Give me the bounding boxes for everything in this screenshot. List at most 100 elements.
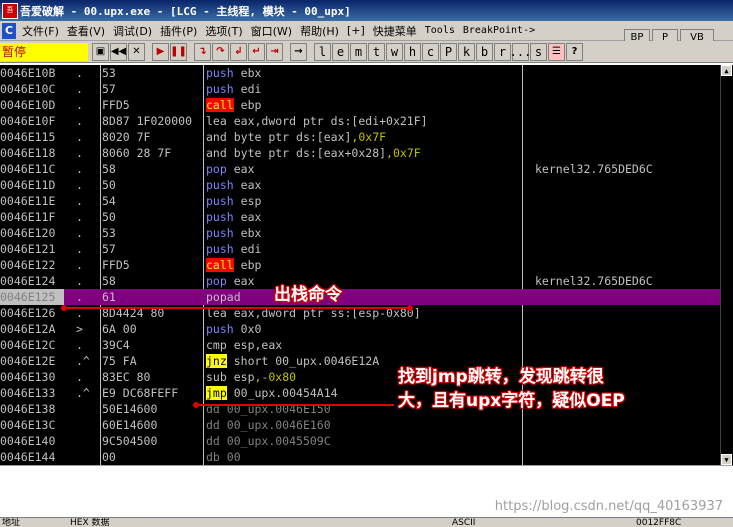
row-jump-marker: . [76, 290, 83, 304]
row-address: 0046E140 [0, 434, 56, 448]
executables-button[interactable]: e [332, 42, 349, 61]
row-instruction: db 00 [206, 449, 522, 465]
row-hex-bytes: 75 FA [102, 354, 137, 368]
restart-icon[interactable]: ◀◀ [110, 42, 127, 61]
scroll-up-icon[interactable]: ▲ [721, 65, 732, 76]
row-mnemonic: push [206, 226, 234, 240]
options-icon[interactable]: ☰ [548, 42, 565, 61]
disasm-row[interactable]: 0046E10D. FFD5 call ebp [0, 97, 720, 113]
help-icon[interactable]: ? [566, 42, 583, 61]
menu-window[interactable]: 窗口(W) [247, 23, 296, 39]
menu-debug[interactable]: 调试(D) [109, 23, 156, 39]
menu-plus[interactable]: [+] [343, 24, 369, 37]
vertical-scrollbar[interactable]: ▲ ▼ [720, 65, 733, 465]
disasm-row[interactable]: 0046E12A >6A 00 push 0x0 [0, 321, 720, 337]
row-instruction: push ebx [206, 65, 522, 81]
disasm-row[interactable]: 0046E130. 83EC 80 sub esp,-0x80 [0, 369, 720, 385]
row-mnemonic: sub [206, 370, 227, 384]
popad-annotation: 出栈命令 [274, 285, 342, 305]
menu-view[interactable]: 查看(V) [63, 23, 109, 39]
row-jump-marker: . [76, 210, 83, 224]
row-jump-marker: . [76, 98, 83, 112]
disasm-row[interactable]: 0046E122. FFD5 call ebp [0, 257, 720, 273]
handles-button[interactable]: h [404, 42, 421, 61]
run-trace-button[interactable]: ... [510, 42, 531, 61]
disasm-row[interactable]: 0046E140 9C504500 dd 00_upx.0045509C [0, 433, 720, 449]
disasm-row[interactable]: 0046E118. 8060 28 7F and byte ptr ds:[eax+… [0, 145, 720, 161]
pause-icon[interactable]: ❚❚ [170, 42, 187, 61]
row-operands: 00_upx.0045509C [226, 434, 331, 448]
close-icon[interactable]: ✕ [128, 42, 145, 61]
trace-over-icon[interactable]: ↵ [248, 42, 265, 61]
row-hex-bytes: 39C4 [102, 338, 130, 352]
disasm-row[interactable]: 0046E115. 8020 7F and byte ptr ds:[eax],0x… [0, 129, 720, 145]
row-instruction: popad [206, 289, 522, 305]
row-jump-marker: . [76, 82, 83, 96]
run-icon[interactable]: ▶ [152, 42, 169, 61]
disasm-row[interactable]: 0046E120. 53 push ebx [0, 225, 720, 241]
threads-button[interactable]: t [368, 42, 385, 61]
cpu-window-icon[interactable]: C [2, 22, 16, 39]
row-jump-marker: . [76, 226, 83, 240]
disasm-row[interactable]: 0046E13C 60E14600 dd 00_upx.0046E160 [0, 417, 720, 433]
disasm-row[interactable]: 0046E11F. 50 push eax [0, 209, 720, 225]
goto-icon[interactable]: → [290, 42, 307, 61]
breakpoints-button[interactable]: b [476, 42, 493, 61]
disasm-row[interactable]: 0046E10F. 8D87 1F020000 lea eax,dword ptr … [0, 113, 720, 129]
row-jump-marker: . [76, 114, 83, 128]
row-operands: eax [233, 274, 255, 288]
menu-plugins[interactable]: 插件(P) [156, 23, 201, 39]
windows-button[interactable]: w [386, 42, 403, 61]
row-address: 0046E120 [0, 226, 56, 240]
row-jump-marker: . [76, 370, 83, 384]
row-address: 0046E133 [0, 386, 56, 400]
row-jump-marker: .^ [76, 354, 90, 368]
row-hex-bytes: 9C504500 [102, 434, 158, 448]
jmp-annotation-line2: 大，且有upx字符，疑似OEP [398, 391, 625, 411]
row-operands: 0x0 [240, 322, 262, 336]
disasm-row[interactable]: 0046E12C. 39C4 cmp esp,eax [0, 337, 720, 353]
row-address: 0046E10F [0, 114, 56, 128]
disasm-row[interactable]: 0046E144 00 db 00 [0, 449, 720, 465]
step-into-icon[interactable]: ↴ [194, 42, 211, 61]
call-stack-button[interactable]: k [458, 42, 475, 61]
row-instruction: call ebp [206, 257, 522, 273]
log-window-button[interactable]: l [314, 42, 331, 61]
disasm-row[interactable]: 0046E11C. 58 pop eax kernel32.765DED6C [0, 161, 720, 177]
open-file-icon[interactable]: ▣ [92, 42, 109, 61]
disasm-row[interactable]: 0046E11E. 54 push esp [0, 193, 720, 209]
menu-tools[interactable]: Tools [421, 25, 459, 36]
row-mnemonic: push [206, 194, 234, 208]
scroll-down-icon[interactable]: ▼ [721, 454, 732, 465]
cpu-button[interactable]: c [422, 42, 439, 61]
menu-options[interactable]: 选项(T) [201, 23, 246, 39]
disasm-row[interactable]: 0046E121. 57 push edi [0, 241, 720, 257]
menu-file[interactable]: 文件(F) [18, 23, 63, 39]
execute-till-return-icon[interactable]: ⇥ [266, 42, 283, 61]
disasm-row[interactable]: 0046E11D. 50 push eax [0, 177, 720, 193]
watermark: https://blog.csdn.net/qq_40163937 [494, 499, 723, 514]
row-operands: esp [240, 194, 262, 208]
disasm-row[interactable]: 0046E10C. 57 push edi [0, 81, 720, 97]
menu-shortcut[interactable]: 快捷菜单 [369, 23, 421, 39]
disasm-row[interactable]: 0046E125. 61 popad [0, 289, 720, 305]
patches-button[interactable]: P [440, 42, 457, 61]
menu-breakpoint[interactable]: BreakPoint-> [459, 25, 539, 36]
step-over-icon[interactable]: ↷ [212, 42, 229, 61]
disasm-row[interactable]: 0046E12E .^ 75 FA jnz short 00_upx.0046E12A [0, 353, 720, 369]
disasm-row[interactable]: 0046E10B. 53 push ebx [0, 65, 720, 81]
row-address: 0046E12A [0, 322, 56, 336]
row-address: 0046E122 [0, 258, 56, 272]
row-address: 0046E10C [0, 82, 56, 96]
row-hex-bytes: 58 [102, 162, 116, 176]
menu-help[interactable]: 帮助(H) [296, 23, 343, 39]
row-mnemonic: call [206, 98, 234, 112]
row-instruction: push edi [206, 81, 522, 97]
memory-map-button[interactable]: m [350, 42, 367, 61]
trace-into-icon[interactable]: ↲ [230, 42, 247, 61]
source-button[interactable]: s [530, 42, 547, 61]
row-hex-bytes: 50E14600 [102, 402, 158, 416]
row-instruction: pop eax [206, 273, 522, 289]
references-button[interactable]: r [494, 42, 511, 61]
disasm-row[interactable]: 0046E124. 58 pop eax kernel32.765DED6C [0, 273, 720, 289]
